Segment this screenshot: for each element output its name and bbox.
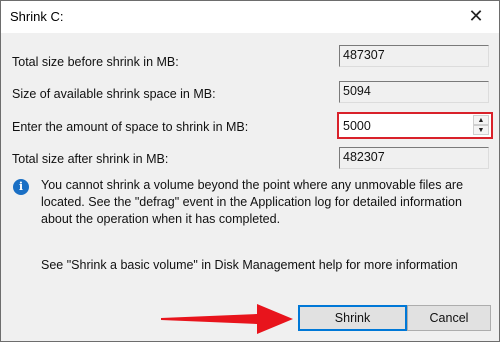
spinner-buttons: ▲ ▼ (473, 115, 489, 135)
close-icon: ✕ (468, 6, 484, 26)
help-message: See "Shrink a basic volume" in Disk Mana… (41, 258, 458, 272)
available-space-value: 5094 (339, 81, 489, 103)
spin-up-button[interactable]: ▲ (473, 115, 489, 125)
shrink-amount-spinner[interactable]: ▲ ▼ (337, 112, 493, 139)
shrink-button[interactable]: Shrink (298, 305, 407, 331)
chevron-up-icon: ▲ (477, 117, 485, 124)
shrink-amount-input[interactable] (341, 115, 473, 137)
total-before-label: Total size before shrink in MB: (12, 55, 179, 69)
total-after-value: 482307 (339, 147, 489, 169)
available-space-label: Size of available shrink space in MB: (12, 87, 216, 101)
close-button[interactable]: ✕ (453, 1, 499, 33)
shrink-amount-label: Enter the amount of space to shrink in M… (12, 120, 249, 134)
info-icon: i (13, 179, 29, 195)
red-arrow-icon (161, 304, 293, 334)
total-before-value: 487307 (339, 45, 489, 67)
dialog-footer: Shrink Cancel (1, 297, 499, 341)
info-message: You cannot shrink a volume beyond the po… (41, 178, 464, 226)
dialog-title: Shrink C: (10, 9, 64, 24)
total-after-label: Total size after shrink in MB: (12, 152, 169, 166)
title-bar[interactable]: Shrink C: ✕ (1, 1, 499, 33)
cancel-button[interactable]: Cancel (407, 305, 491, 331)
shrink-dialog: Shrink C: ✕ Total size before shrink in … (0, 0, 500, 342)
chevron-down-icon: ▼ (477, 127, 485, 134)
spin-down-button[interactable]: ▼ (473, 125, 489, 135)
